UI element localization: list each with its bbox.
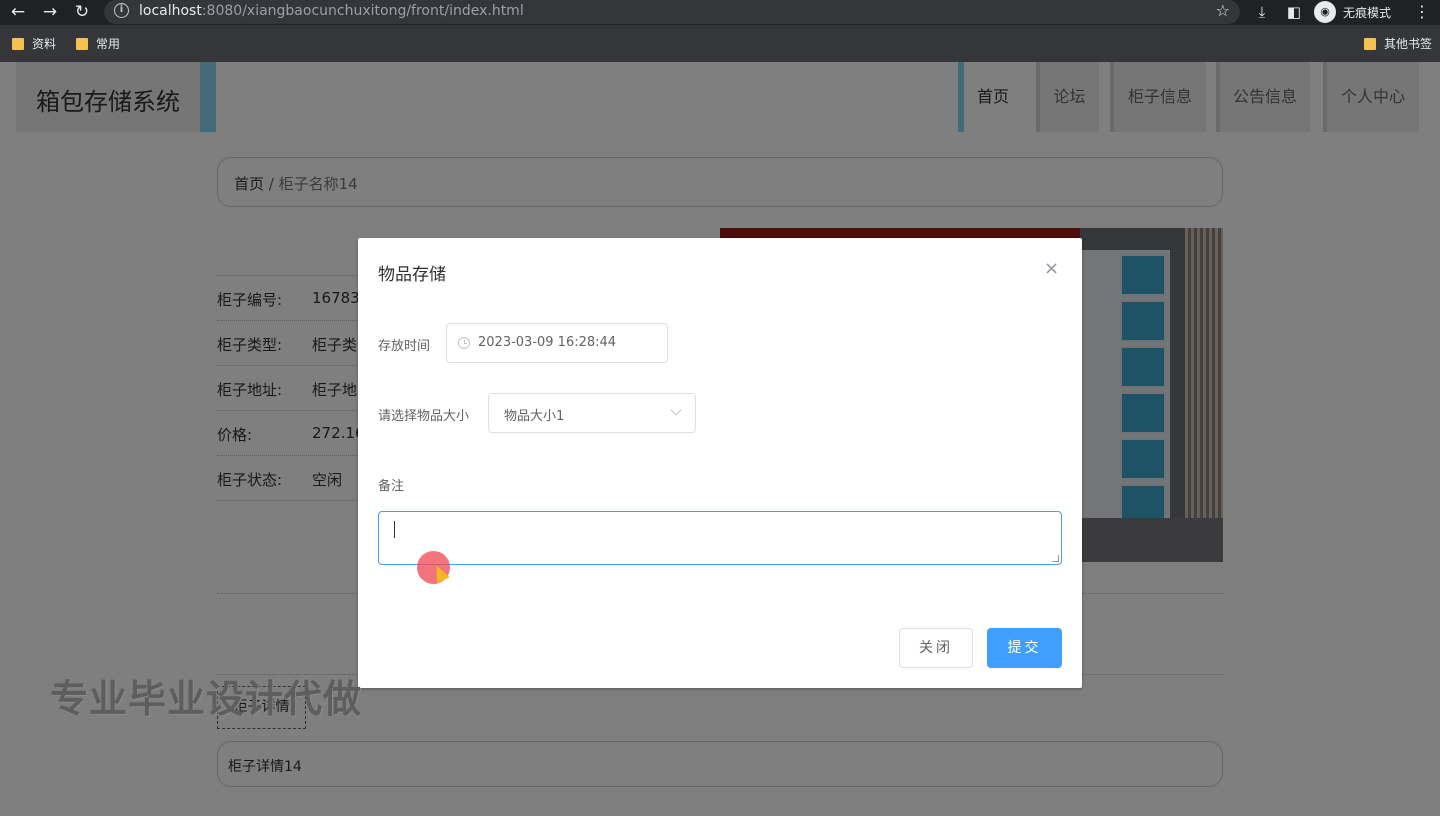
incognito-icon: ◉: [1314, 1, 1336, 23]
item-size-value: 物品大小1: [504, 409, 565, 424]
side-panel-icon[interactable]: ◧: [1284, 2, 1304, 22]
folder-icon: [12, 37, 24, 50]
resize-handle-icon[interactable]: [1052, 555, 1059, 562]
address-url[interactable]: localhost:8080/xiangbaocunchuxitong/fron…: [139, 3, 524, 20]
reload-icon[interactable]: ↻: [71, 2, 93, 22]
submit-button[interactable]: 提交: [987, 628, 1062, 668]
browser-toolbar: ← → ↻ i localhost:8080/xiangbaocunchuxit…: [0, 0, 1440, 25]
item-size-select[interactable]: 物品大小1: [488, 393, 696, 433]
close-button[interactable]: 关闭: [899, 628, 973, 668]
remark-textarea[interactable]: [378, 511, 1062, 565]
clock-icon: [458, 337, 470, 349]
storage-time-picker[interactable]: 2023-03-09 16:28:44: [446, 323, 668, 363]
close-icon[interactable]: ×: [1044, 258, 1059, 279]
remark-label: 备注: [378, 479, 405, 494]
folder-icon: [76, 37, 88, 50]
bookmark-folder-ziliao[interactable]: 资料: [12, 35, 56, 52]
browser-menu-icon[interactable]: ⋮: [1414, 2, 1430, 21]
chevron-down-icon: [670, 404, 682, 416]
incognito-indicator[interactable]: ◉ 无痕模式: [1314, 1, 1391, 23]
site-info-icon[interactable]: i: [114, 3, 129, 18]
forward-arrow-icon[interactable]: →: [39, 2, 61, 22]
dialog-title: 物品存储: [378, 265, 446, 285]
watermark-text: 专业毕业设计代做: [50, 677, 363, 721]
back-arrow-icon[interactable]: ←: [7, 2, 29, 22]
bookmark-folder-changyong[interactable]: 常用: [76, 35, 120, 52]
storage-time-label: 存放时间: [378, 339, 431, 354]
address-bar[interactable]: i localhost:8080/xiangbaocunchuxitong/fr…: [104, 0, 1240, 24]
storage-dialog: 物品存储 × 存放时间 2023-03-09 16:28:44 请选择物品大小 …: [358, 238, 1082, 688]
folder-icon: [1364, 37, 1376, 50]
bookmark-folder-other[interactable]: 其他书签: [1364, 35, 1432, 52]
storage-time-value: 2023-03-09 16:28:44: [478, 335, 617, 350]
item-size-label: 请选择物品大小: [378, 409, 470, 424]
text-caret: [394, 521, 395, 538]
bookmark-star-icon[interactable]: ☆: [1216, 1, 1230, 20]
download-icon[interactable]: ⤓: [1252, 2, 1272, 22]
bookmarks-bar: 资料 常用 其他书签: [0, 25, 1440, 62]
